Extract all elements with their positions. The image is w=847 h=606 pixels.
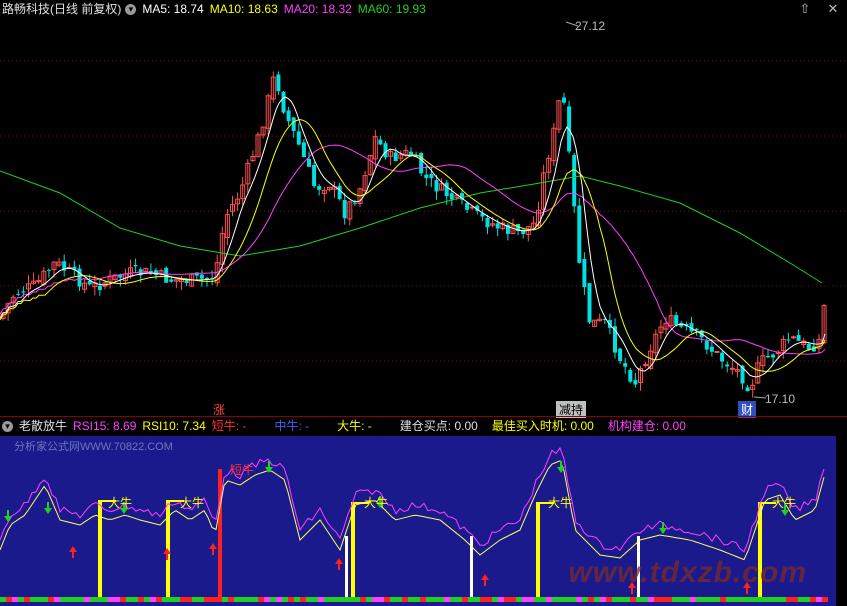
price-chart-header: 路畅科技(日线 前复权) ▾ MA5: 18.74 MA10: 18.63 MA20: … [0, 0, 432, 18]
bull-label-1: 大牛 [108, 495, 132, 510]
big-bull-value: 大牛: - [337, 419, 372, 433]
build-buy-value: 建仓买点: 0.00 [399, 419, 478, 433]
indicator-header: ▾ 老散放牛 RSI15: 8.69 RSI10: 7.34 短牛: - 中牛: - 大牛:… [0, 417, 692, 435]
candlestick-chart[interactable]: 27.12 17.10 [0, 18, 847, 416]
ma60-value: MA60: 19.93 [357, 2, 426, 16]
stock-title: 路畅科技(日线 前复权) [2, 2, 122, 16]
rsi15-value: RSI15: 8.69 [73, 419, 137, 433]
mid-bull-value: 中牛: - [274, 419, 310, 433]
bull-label-5: 大牛 [548, 495, 572, 510]
bull-label-4: 大牛 [364, 495, 388, 510]
ma20-line [0, 144, 826, 355]
price-grid [0, 60, 847, 362]
close-icon[interactable]: ✕ [826, 2, 840, 16]
ma10-value: MA10: 18.63 [209, 2, 278, 16]
short-bull-value: 短牛: - [211, 419, 247, 433]
chevron-down-icon[interactable]: ▾ [125, 4, 137, 16]
candles [0, 71, 827, 398]
watermark-text: 分析家公式网WWW.70822.COM [14, 441, 173, 453]
bottom-signal-strip [0, 597, 828, 602]
up-arrow-icon[interactable]: ⇧ [798, 2, 812, 16]
high-price-label: 27.12 [575, 19, 605, 33]
low-price-label: 17.10 [765, 392, 795, 406]
inst-build-value: 机构建仓: 0.00 [607, 419, 686, 433]
ma5-value: MA5: 18.74 [142, 2, 204, 16]
watermark-site: www.tdxzb.com [568, 556, 807, 589]
chevron-down-icon[interactable]: ▾ [2, 421, 13, 433]
rsi10-value: RSI10: 7.34 [142, 419, 206, 433]
ma20-value: MA20: 18.32 [283, 2, 352, 16]
ma60-line [0, 170, 823, 284]
bull-label-2: 大牛 [180, 495, 204, 510]
indicator-name: 老散放牛 [19, 419, 68, 433]
bull-label-6: 大牛 [772, 495, 796, 510]
best-buy-value: 最佳买入时机: 0.00 [491, 419, 594, 433]
bull-label-3: 短牛 [230, 462, 254, 477]
